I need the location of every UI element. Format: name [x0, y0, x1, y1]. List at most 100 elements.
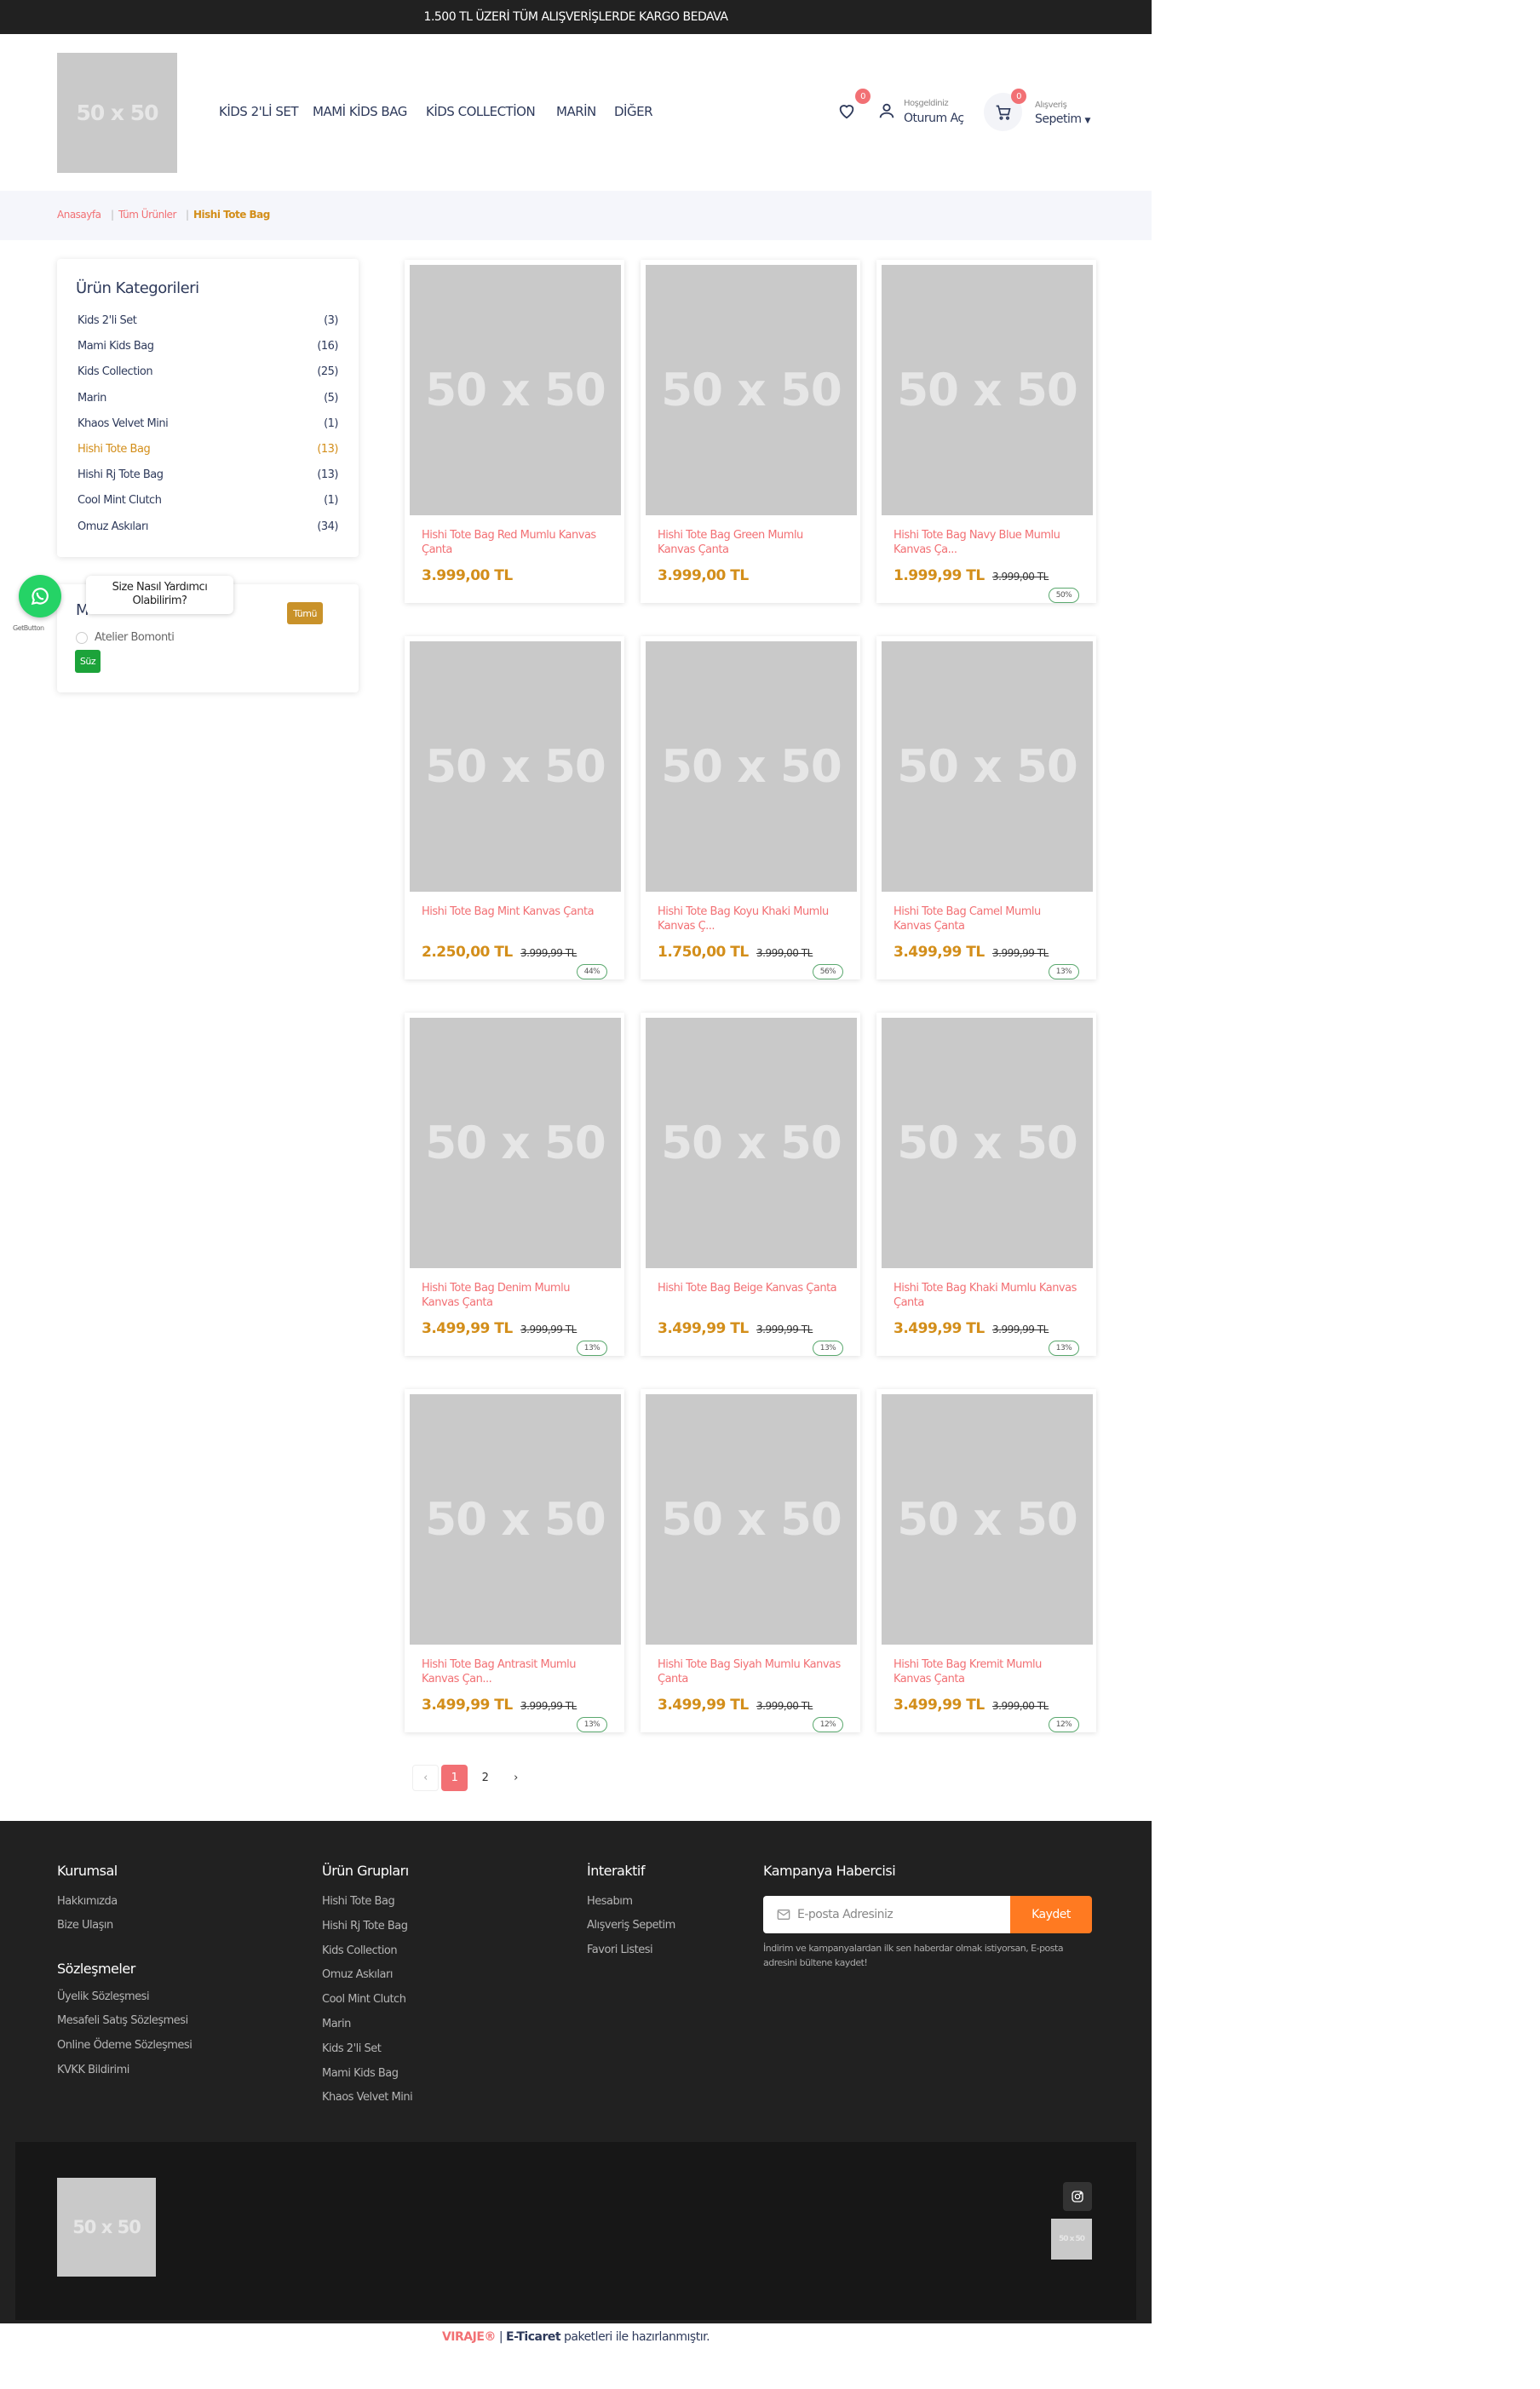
footer-logo[interactable]: 50 x 50	[57, 2178, 156, 2277]
footer-link-uyelik[interactable]: Üyelik Sözleşmesi	[57, 1990, 150, 2003]
product-name[interactable]: Hishi Tote Bag Red Mumlu Kanvas Çanta	[422, 528, 605, 557]
heart-icon	[839, 105, 854, 119]
category-panel: Ürün Kategorileri Kids 2'li Set (3) Mami K…	[57, 259, 359, 557]
viraje-brand[interactable]: VIRAJE®	[442, 2330, 496, 2344]
login-link[interactable]: Oturum Aç	[904, 112, 964, 125]
category-count: (3)	[324, 314, 338, 327]
product-name[interactable]: Hishi Tote Bag Antrasit Mumlu Kanvas Çan…	[422, 1657, 605, 1686]
product-name[interactable]: Hishi Tote Bag Kremit Mumlu Kanvas Çanta	[894, 1657, 1077, 1686]
wishlist-button[interactable]	[837, 101, 856, 120]
product-card[interactable]: 50 x 50 Hishi Tote Bag Navy Blue Mumlu Ka…	[876, 260, 1096, 603]
footer-group-link[interactable]: Cool Mint Clutch	[322, 1993, 406, 2006]
product-card[interactable]: 50 x 50 Hishi Tote Bag Beige Kanvas Çanta…	[641, 1013, 860, 1356]
product-image[interactable]: 50 x 50	[410, 1018, 621, 1268]
product-image[interactable]: 50 x 50	[410, 641, 621, 892]
pagination-page-1[interactable]: 1	[441, 1765, 468, 1791]
breadcrumb-current: Hishi Tote Bag	[193, 209, 270, 221]
footer-small-logo-text: 50 x 50	[1058, 2235, 1085, 2243]
nav-mami-kids-bag[interactable]: MAMİ KİDS BAG	[313, 104, 407, 119]
brand-all-button[interactable]: Tümü	[287, 602, 323, 624]
newsletter-email-field[interactable]: E-posta Adresiniz	[763, 1896, 1010, 1933]
nav-kids-2li-set[interactable]: KİDS 2'Lİ SET	[219, 104, 298, 119]
product-name[interactable]: Hishi Tote Bag Camel Mumlu Kanvas Çanta	[894, 904, 1077, 933]
newsletter-placeholder: E-posta Adresiniz	[797, 1908, 894, 1921]
footer-link-online-odeme[interactable]: Online Ödeme Sözleşmesi	[57, 2039, 192, 2052]
brand-radio[interactable]	[76, 631, 88, 644]
breadcrumb-home[interactable]: Anasayfa	[57, 209, 101, 221]
discount-badge: 12%	[1049, 1717, 1079, 1732]
product-price: 3.999,00 TL	[422, 567, 513, 584]
pagination-page-2[interactable]: 2	[472, 1765, 498, 1791]
product-card[interactable]: 50 x 50 Hishi Tote Bag Camel Mumlu Kanvas…	[876, 636, 1096, 979]
credit-rest: paketleri ile hazırlanmıştır.	[560, 2330, 710, 2344]
account-button[interactable]	[877, 101, 896, 123]
pagination-next[interactable]: ›	[503, 1765, 529, 1791]
pagination-prev[interactable]: ‹	[412, 1765, 439, 1791]
product-name[interactable]: Hishi Tote Bag Beige Kanvas Çanta	[658, 1281, 841, 1295]
category-name: Cool Mint Clutch	[78, 494, 162, 508]
product-name[interactable]: Hishi Tote Bag Navy Blue Mumlu Kanvas Ça…	[894, 528, 1077, 557]
product-card[interactable]: 50 x 50 Hishi Tote Bag Red Mumlu Kanvas Ç…	[405, 260, 624, 603]
product-name[interactable]: Hishi Tote Bag Khaki Mumlu Kanvas Çanta	[894, 1281, 1077, 1310]
footer-link-hakkimizda[interactable]: Hakkımızda	[57, 1895, 118, 1908]
brand-option-atelier[interactable]: Atelier Bomonti	[76, 631, 175, 644]
announcement-text: 1.500 TL ÜZERİ TÜM ALIŞVERİŞLERDE KARGO …	[423, 10, 728, 24]
breadcrumb-all-products[interactable]: Tüm Ürünler	[118, 209, 176, 221]
footer-group-link[interactable]: Mami Kids Bag	[322, 2067, 399, 2080]
footer-link-mesafeli[interactable]: Mesafeli Satış Sözleşmesi	[57, 2014, 188, 2027]
nav-marin[interactable]: MARİN	[556, 104, 596, 119]
product-card[interactable]: 50 x 50 Hishi Tote Bag Antrasit Mumlu Kan…	[405, 1389, 624, 1732]
category-count: (13)	[317, 468, 338, 482]
product-card[interactable]: 50 x 50 Hishi Tote Bag Koyu Khaki Mumlu K…	[641, 636, 860, 979]
product-card[interactable]: 50 x 50 Hishi Tote Bag Denim Mumlu Kanvas…	[405, 1013, 624, 1356]
instagram-button[interactable]	[1063, 2182, 1092, 2211]
footer-link-hesabim[interactable]: Hesabım	[587, 1895, 633, 1908]
product-name[interactable]: Hishi Tote Bag Siyah Mumlu Kanvas Çanta	[658, 1657, 841, 1686]
filter-button[interactable]: Süz	[75, 650, 101, 673]
category-count: (16)	[317, 340, 338, 353]
product-image[interactable]: 50 x 50	[646, 1394, 857, 1645]
discount-badge: 12%	[813, 1717, 843, 1732]
product-card[interactable]: 50 x 50 Hishi Tote Bag Kremit Mumlu Kanva…	[876, 1389, 1096, 1732]
product-name[interactable]: Hishi Tote Bag Koyu Khaki Mumlu Kanvas Ç…	[658, 904, 841, 933]
footer-group-link[interactable]: Khaos Velvet Mini	[322, 2091, 413, 2104]
product-image[interactable]: 50 x 50	[646, 1018, 857, 1268]
whatsapp-button[interactable]	[19, 575, 61, 617]
user-icon	[879, 103, 894, 118]
footer-group-link[interactable]: Omuz Askıları	[322, 1968, 393, 1981]
product-image[interactable]: 50 x 50	[646, 641, 857, 892]
product-image[interactable]: 50 x 50	[882, 641, 1093, 892]
product-card[interactable]: 50 x 50 Hishi Tote Bag Green Mumlu Kanvas…	[641, 260, 860, 603]
site-logo[interactable]: 50 x 50	[57, 53, 177, 173]
product-image[interactable]: 50 x 50	[882, 1394, 1093, 1645]
footer-link-sepetim[interactable]: Alışveriş Sepetim	[587, 1919, 675, 1932]
product-image[interactable]: 50 x 50	[410, 1394, 621, 1645]
product-old-price: 3.999,99 TL	[992, 1324, 1049, 1335]
footer-group-link[interactable]: Marin	[322, 2018, 351, 2030]
product-card[interactable]: 50 x 50 Hishi Tote Bag Siyah Mumlu Kanvas…	[641, 1389, 860, 1732]
product-card[interactable]: 50 x 50 Hishi Tote Bag Khaki Mumlu Kanvas…	[876, 1013, 1096, 1356]
footer-group-link[interactable]: Hishi Rj Tote Bag	[322, 1920, 408, 1932]
product-name[interactable]: Hishi Tote Bag Green Mumlu Kanvas Çanta	[658, 528, 841, 557]
product-image[interactable]: 50 x 50	[882, 1018, 1093, 1268]
product-name[interactable]: Hishi Tote Bag Denim Mumlu Kanvas Çanta	[422, 1281, 605, 1310]
nav-diger[interactable]: DİĞER	[614, 104, 653, 119]
category-count: (25)	[317, 365, 338, 379]
footer-group-link[interactable]: Kids Collection	[322, 1944, 398, 1957]
footer-link-favori[interactable]: Favori Listesi	[587, 1944, 653, 1956]
nav-kids-collection[interactable]: KİDS COLLECTİON	[426, 104, 536, 119]
newsletter-save-button[interactable]: Kaydet	[1010, 1896, 1092, 1933]
footer-group-link[interactable]: Kids 2'li Set	[322, 2042, 382, 2055]
product-name[interactable]: Hishi Tote Bag Mint Kanvas Çanta	[422, 904, 605, 919]
product-card[interactable]: 50 x 50 Hishi Tote Bag Mint Kanvas Çanta 2…	[405, 636, 624, 979]
instagram-icon	[1072, 2191, 1083, 2202]
product-image[interactable]: 50 x 50	[646, 265, 857, 515]
product-image[interactable]: 50 x 50	[410, 265, 621, 515]
whatsapp-icon	[31, 588, 49, 606]
footer-link-kvkk[interactable]: KVKK Bildirimi	[57, 2064, 129, 2076]
product-image[interactable]: 50 x 50	[882, 265, 1093, 515]
footer-link-bize-ulasin[interactable]: Bize Ulaşın	[57, 1919, 113, 1932]
footer-group-link[interactable]: Hishi Tote Bag	[322, 1895, 395, 1908]
cart-label[interactable]: Sepetim ▼	[1035, 112, 1090, 126]
category-count: (13)	[317, 443, 338, 456]
